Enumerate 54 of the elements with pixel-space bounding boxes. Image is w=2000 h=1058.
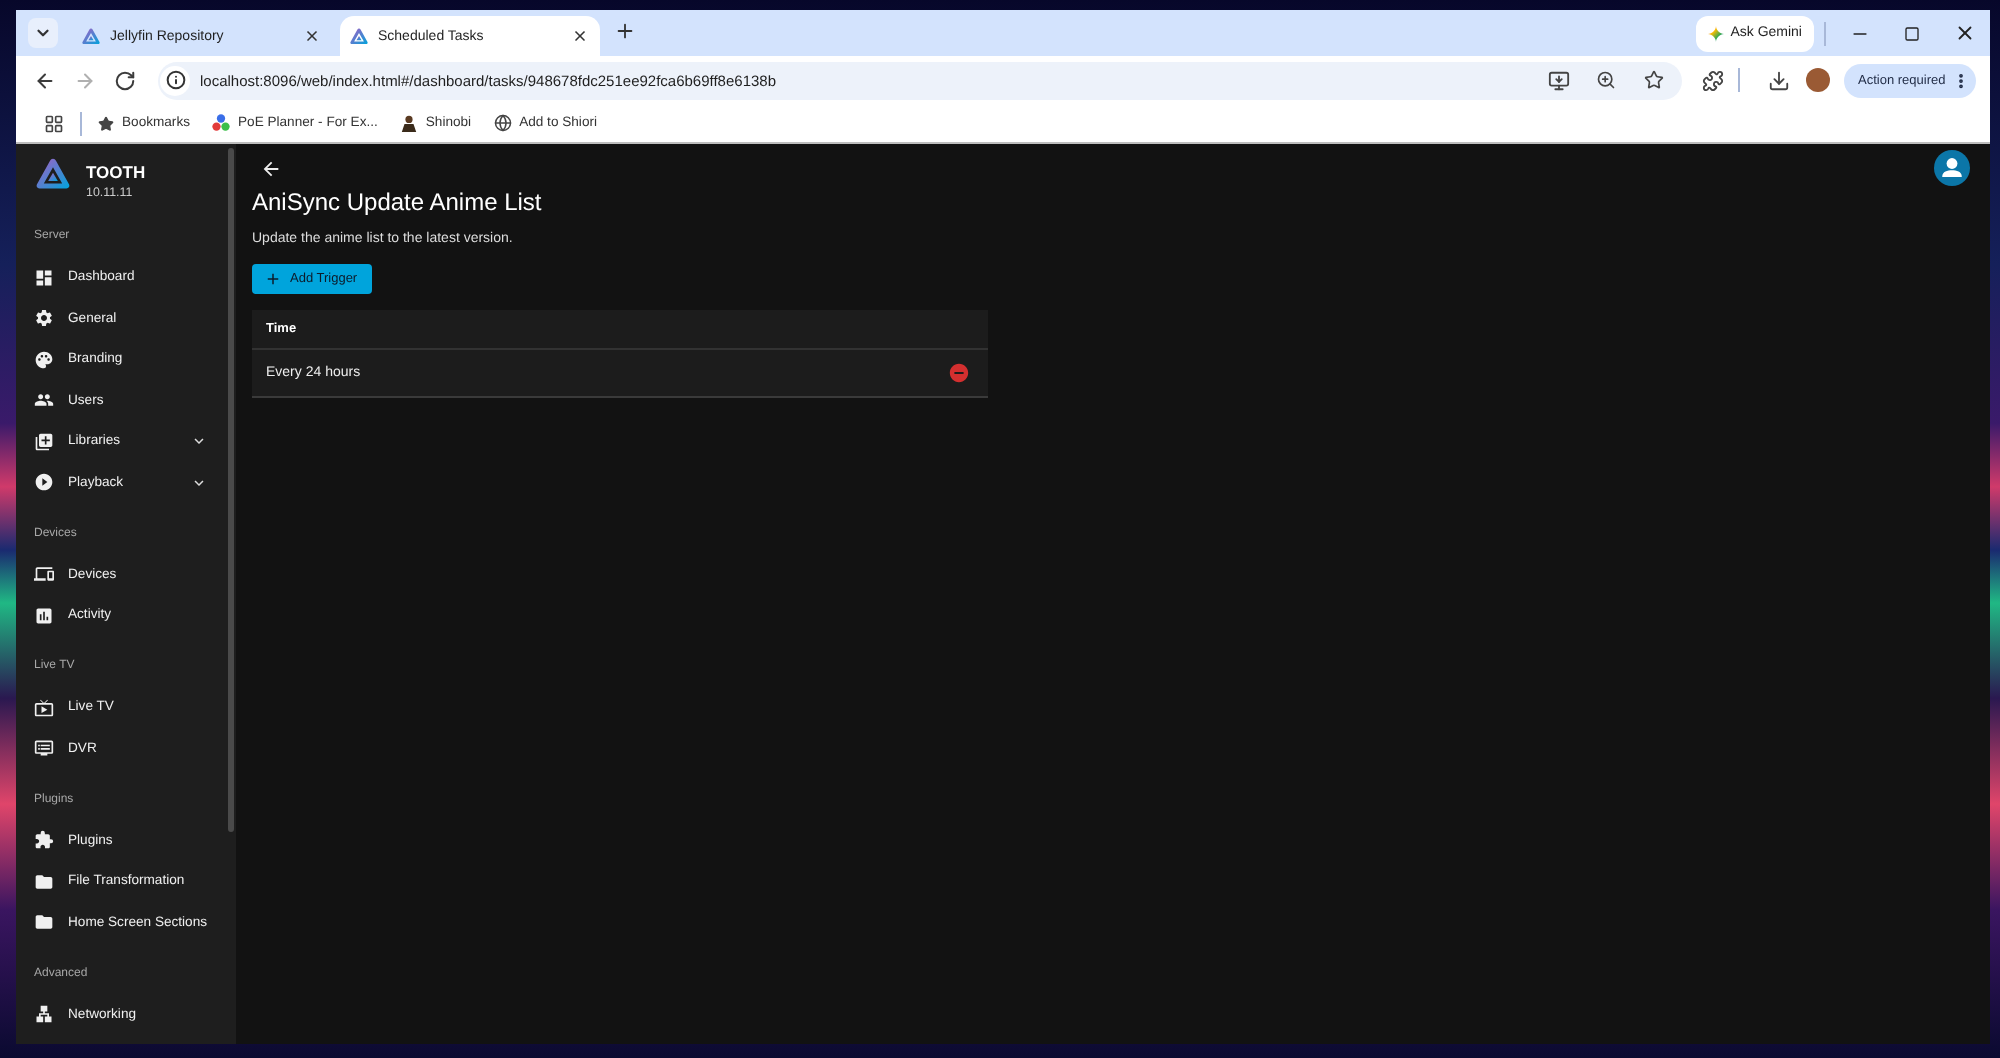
puzzle-icon [34, 830, 54, 851]
zoom-button[interactable] [1592, 66, 1620, 94]
profile-avatar[interactable] [1806, 68, 1830, 92]
back-button[interactable] [260, 157, 282, 179]
network-icon [34, 1004, 54, 1025]
users-icon [34, 390, 54, 411]
zoom-icon [1596, 70, 1616, 90]
puzzle-icon [1701, 69, 1723, 91]
install-app-button[interactable] [1544, 66, 1572, 94]
back-icon [33, 69, 55, 91]
settings-icon [34, 308, 54, 329]
close-icon [303, 28, 319, 44]
star-icon [98, 115, 114, 131]
folder-icon [34, 912, 54, 933]
chart-icon [34, 605, 54, 626]
close-icon [571, 28, 587, 44]
palette-icon [34, 349, 54, 370]
sparkle-icon [1708, 25, 1725, 41]
monitor-icon [34, 738, 54, 759]
jellyfin-logo-icon [36, 158, 70, 190]
bookmark-star-button[interactable] [1640, 66, 1668, 94]
close-icon [1953, 22, 1975, 44]
delete-icon[interactable] [948, 362, 970, 384]
extensions-button[interactable] [1698, 66, 1726, 94]
tv-icon [34, 697, 54, 718]
plus-icon [613, 20, 635, 42]
reload-icon [113, 69, 135, 91]
library-add-icon [34, 431, 54, 452]
globe-icon [493, 114, 512, 132]
scrollbar-thumb[interactable] [228, 148, 234, 832]
chevron-down-icon [34, 24, 52, 42]
server-name: TOOTH [86, 162, 146, 182]
tab-search-button[interactable] [28, 18, 58, 48]
download-icon [1767, 69, 1789, 91]
plus-icon [264, 270, 282, 288]
back-icon [260, 157, 282, 179]
page-title: AniSync Update Anime List [252, 188, 542, 216]
jellyfin-logo-icon [82, 27, 100, 45]
forward-icon [73, 69, 95, 91]
info-icon [165, 70, 185, 90]
figure-icon [399, 114, 418, 132]
user-avatar-icon[interactable] [1934, 150, 1970, 186]
apps-grid-icon [44, 113, 64, 133]
maximize-icon [1904, 25, 1920, 41]
downloads-button[interactable] [1764, 66, 1792, 94]
dashboard-icon [34, 267, 54, 288]
folder-icon [34, 871, 54, 892]
site-info-button[interactable] [160, 65, 190, 95]
jellyfin-logo-icon [350, 27, 368, 45]
devices-icon [34, 564, 54, 585]
play-icon [34, 472, 54, 493]
star-icon [1644, 70, 1664, 90]
colored-dots-icon [212, 114, 230, 132]
monitor-download-icon [1547, 69, 1569, 91]
